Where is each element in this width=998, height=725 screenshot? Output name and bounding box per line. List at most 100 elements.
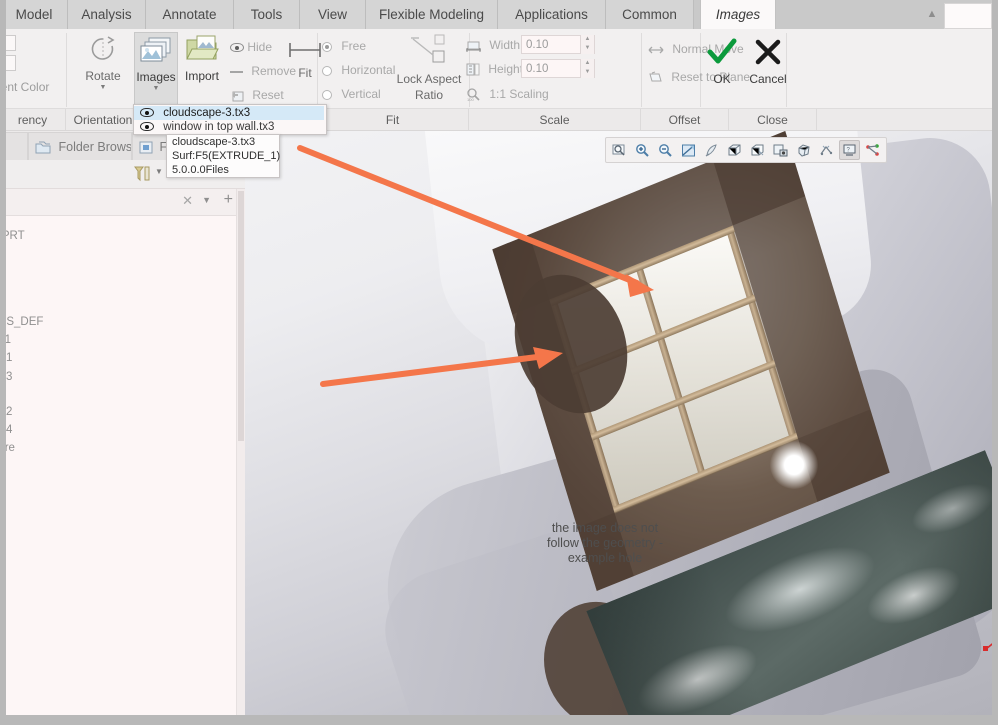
height-input[interactable]: 0.10 ▲ ▼	[521, 59, 595, 78]
tree-node[interactable]: SYS_DEF	[0, 316, 43, 328]
transparent-color-label[interactable]: arent Color	[0, 77, 49, 98]
group-label-transparency: rency	[0, 109, 66, 131]
tree-node[interactable]: 4	[6, 424, 12, 436]
horizontal-label: Horizontal	[341, 63, 396, 77]
view-manager-icon[interactable]	[770, 140, 791, 160]
tab-images[interactable]: Images	[700, 0, 776, 29]
tab-annotate[interactable]: Annotate	[146, 0, 234, 29]
height-stepper[interactable]: ▲ ▼	[580, 59, 594, 78]
spin-center-icon[interactable]	[862, 140, 883, 160]
lock-aspect-label-1: Lock Aspect	[396, 72, 462, 86]
zoom-box-icon[interactable]	[609, 140, 630, 160]
tooltip-line-3: 5.0.0.0Files	[172, 164, 229, 176]
cancel-button[interactable]: Cancel	[744, 37, 792, 86]
chevron-down-icon[interactable]: ▼	[155, 167, 163, 176]
eye-icon[interactable]	[140, 108, 154, 118]
chevron-down-icon[interactable]: ▼	[74, 84, 132, 91]
import-folder-icon	[186, 35, 219, 60]
favorites-icon	[139, 141, 153, 154]
lock-aspect-ratio-icon	[411, 34, 445, 63]
fit-icon	[289, 43, 321, 57]
eye-icon[interactable]	[140, 122, 154, 132]
group-divider	[641, 33, 642, 107]
dropdown-item-window[interactable]: window in top wall.tx3	[134, 120, 324, 134]
group-label-fit: Fit	[317, 109, 469, 131]
saved-views-icon[interactable]	[747, 140, 768, 160]
import-label: Import	[184, 69, 219, 83]
group-label-orientation: Orientation	[66, 109, 141, 131]
images-dropdown-list[interactable]: cloudscape-3.tx3 window in top wall.tx3	[133, 104, 327, 135]
navigator-tab-folder-browser-label: Folder Browser	[58, 140, 132, 154]
tree-node[interactable]: 1	[6, 352, 12, 364]
plus-icon[interactable]: +	[224, 191, 233, 209]
radio-selected-icon	[322, 41, 332, 52]
hide-label: Hide	[247, 40, 273, 54]
fit-vertical-radio[interactable]: Vertical	[322, 84, 381, 105]
scrollbar-thumb[interactable]	[238, 191, 244, 441]
vertical-label: Vertical	[341, 87, 381, 101]
dropdown-item-cloudscape[interactable]: cloudscape-3.tx3	[134, 106, 324, 120]
svg-text:100: 100	[467, 97, 474, 102]
fit-free-radio[interactable]: Free	[322, 36, 366, 57]
width-input[interactable]: 0.10 ▲ ▼	[521, 35, 595, 54]
chevron-up-icon[interactable]: ▲	[924, 7, 940, 21]
tree-node[interactable]: 3	[6, 371, 12, 383]
fit-horizontal-radio[interactable]: Horizontal	[322, 60, 395, 81]
ok-label: OK	[713, 72, 731, 86]
scaling-button[interactable]: 100 1:1 Scaling	[466, 84, 549, 105]
group-label-close: Close	[729, 109, 817, 131]
lock-aspect-ratio-button[interactable]: Lock Aspect Ratio	[396, 33, 462, 102]
perspective-icon[interactable]	[793, 140, 814, 160]
reset-button[interactable]: Reset	[230, 85, 284, 106]
normal-move-icon	[648, 46, 664, 54]
reset-to-plane-icon	[649, 71, 662, 82]
width-icon	[466, 41, 481, 52]
datum-display-icon[interactable]	[816, 140, 837, 160]
scaling-label: 1:1 Scaling	[489, 87, 549, 101]
lock-aspect-label-2: Ratio	[414, 88, 443, 102]
images-button[interactable]: Images ▼	[134, 32, 178, 106]
width-field-row: Width:	[466, 35, 523, 56]
annotation-display-icon[interactable]: ?	[839, 140, 860, 160]
model-tree-scrollbar[interactable]	[236, 189, 245, 716]
chevron-down-icon[interactable]: ▼	[135, 85, 177, 92]
chevron-down-icon[interactable]: ▼	[202, 195, 211, 205]
fit-label: Fit	[298, 66, 312, 80]
tab-model[interactable]: Model	[0, 0, 68, 29]
fit-button[interactable]: Fit	[284, 39, 326, 80]
display-style-icon[interactable]	[724, 140, 745, 160]
ok-button[interactable]: OK	[700, 37, 744, 86]
hide-button[interactable]: Hide	[230, 37, 272, 58]
radio-icon	[322, 89, 332, 100]
tab-flexible-modeling[interactable]: Flexible Modeling	[366, 0, 498, 29]
rotate-label: Rotate	[85, 69, 121, 83]
model-tree-header: ✕ ▼ +	[0, 189, 245, 216]
images-icon	[140, 37, 171, 62]
rotate-button[interactable]: Rotate ▼	[74, 34, 132, 91]
tab-applications[interactable]: Applications	[498, 0, 606, 29]
tab-tools[interactable]: Tools	[234, 0, 300, 29]
height-value: 0.10	[526, 63, 549, 75]
tab-view[interactable]: View	[300, 0, 366, 29]
import-button[interactable]: Import	[178, 34, 226, 83]
tree-node[interactable]: 2	[6, 406, 12, 418]
height-icon	[466, 63, 480, 76]
annotation-line-1: the image does not	[551, 521, 659, 535]
ribbon-tab-bar: Model Analysis Annotate Tools View Flexi…	[0, 0, 998, 29]
repaint-icon[interactable]	[701, 140, 722, 160]
cross-icon	[755, 39, 781, 65]
filter-tool-icon[interactable]	[132, 164, 152, 184]
specular-highlight	[770, 441, 818, 489]
quick-access-box[interactable]	[944, 3, 992, 29]
width-stepper[interactable]: ▲ ▼	[580, 35, 594, 54]
graphics-viewport[interactable]: the image does not follow the geometry -…	[245, 131, 992, 715]
navigator-tab-folder-browser[interactable]: Folder Browser	[28, 132, 132, 160]
close-icon[interactable]: ✕	[182, 193, 193, 209]
tab-analysis[interactable]: Analysis	[68, 0, 146, 29]
image-tooltip: cloudscape-3.tx3 Surf:F5(EXTRUDE_1) 5.0.…	[166, 134, 280, 178]
tab-common[interactable]: Common	[606, 0, 694, 29]
refit-icon[interactable]	[678, 140, 699, 160]
model-tree-pane: ✕ ▼ + E.PRT - SYS_DEF e 1 1 3 2 4 Here	[0, 188, 245, 716]
zoom-in-icon[interactable]	[632, 140, 653, 160]
zoom-out-icon[interactable]	[655, 140, 676, 160]
